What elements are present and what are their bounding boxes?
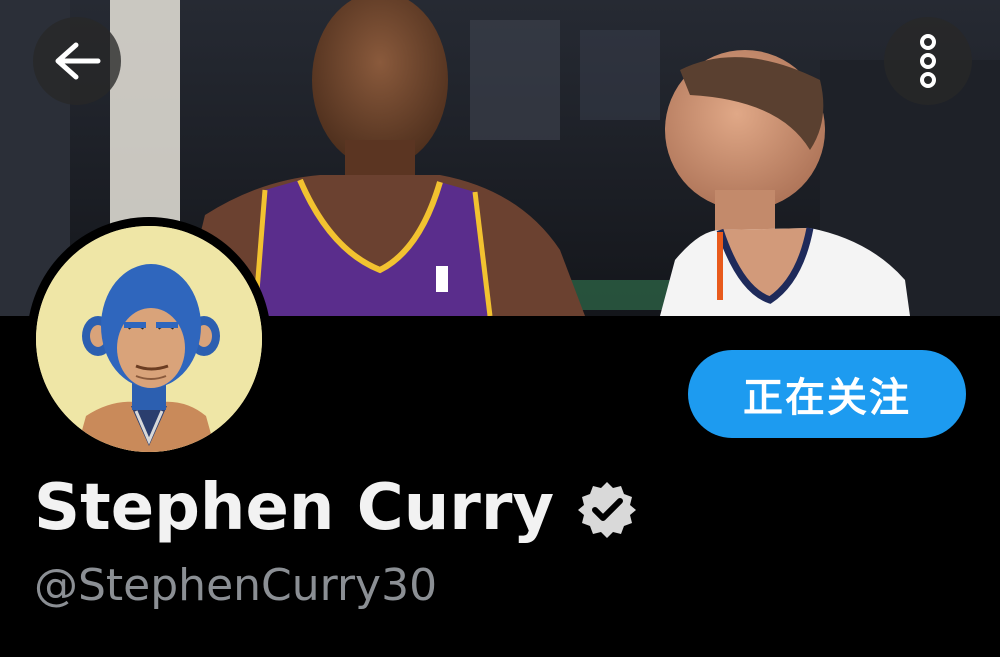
- more-options-button[interactable]: [884, 17, 972, 105]
- name-row: Stephen Curry: [34, 470, 638, 546]
- following-button[interactable]: 正在关注: [688, 350, 966, 438]
- user-handle: @StephenCurry30: [34, 560, 438, 611]
- avatar-image: [36, 226, 262, 452]
- verified-badge-icon: [578, 482, 637, 538]
- arrow-left-icon: [55, 42, 101, 80]
- avatar[interactable]: [27, 217, 271, 461]
- display-name: Stephen Curry: [34, 471, 555, 545]
- back-button[interactable]: [33, 17, 121, 105]
- more-vertical-icon: [920, 34, 936, 88]
